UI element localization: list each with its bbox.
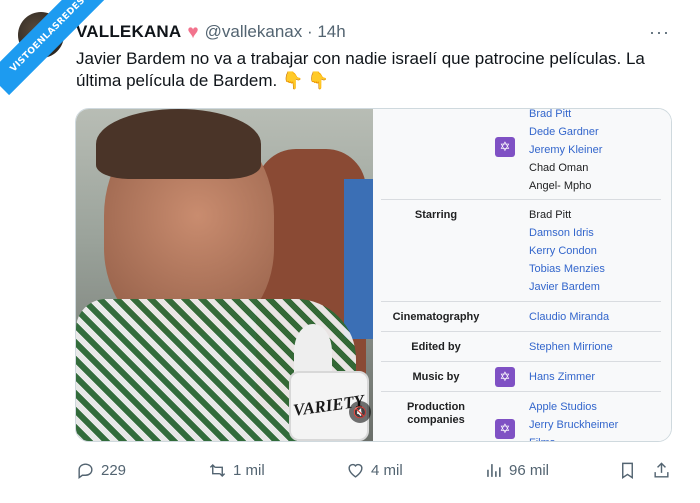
producer-item: Angel- Mpho [529,180,592,192]
producer-item[interactable]: Jeremy Kleiner [529,141,661,159]
production-item[interactable]: Apple Studios [529,398,661,416]
producers-row: ✡ Brad Pitt Dede Gardner Jeremy Kleiner … [381,109,661,194]
star-of-david-icon: ✡ [495,419,515,439]
edited-label: Edited by [411,341,461,353]
reply-button[interactable]: 229 [76,461,126,480]
production-label-line2: companies [407,414,465,426]
wikipedia-infobox: ✡ Brad Pitt Dede Gardner Jeremy Kleiner … [373,109,671,441]
tweet-text-line-1: Javier Bardem no va a trabajar con nadie… [76,49,645,68]
production-star-cell: ✡ [491,392,529,441]
music-star-cell: ✡ [491,362,529,391]
tweet-actions: 229 1 mil 4 mil 96 mil [76,458,676,482]
producer-item[interactable]: Dede Gardner [529,123,661,141]
production-label: Production companies [381,392,491,441]
share-button[interactable] [652,461,671,480]
starring-row: Starring Brad Pitt Damson Idris Kerry Co… [381,199,661,301]
production-label-line1: Production [406,401,466,413]
reply-icon [78,462,93,479]
producer-item: Chad Oman [529,162,589,174]
star-of-david-icon: ✡ [495,367,515,387]
cinematography-row: Cinematography Claudio Miranda [381,301,661,331]
tweet-media[interactable]: VARIETY 🔇 ✡ Brad Pitt Dede Gardner Jerem… [75,108,672,442]
reply-count: 229 [101,461,127,479]
producers-star-cell: ✡ [491,109,529,194]
bookmark-button[interactable] [618,461,637,480]
pointing-down-emoji-icon: 👇 👇 [282,71,330,90]
edited-row: Edited by Stephen Mirrione [381,331,661,361]
music-value[interactable]: Hans Zimmer [529,368,661,386]
starring-label: Starring [414,209,458,221]
star-item[interactable]: Damson Idris [529,224,661,242]
hair [96,109,261,179]
retweet-icon [209,463,226,477]
star-item: Brad Pitt [529,209,572,221]
edited-star-cell [491,332,529,361]
tweet-header: VALLEKANA ♥ @vallekanax · 14h [76,22,346,42]
mute-icon[interactable]: 🔇 [349,401,371,423]
views-chart-icon [487,463,501,477]
tweet-text-line-2-words: última película de Bardem. [76,71,282,90]
starring-list: Brad Pitt Damson Idris Kerry Condon Tobi… [529,200,661,301]
cinematography-value[interactable]: Claudio Miranda [529,308,661,326]
music-label: Music by [412,371,460,383]
retweet-count: 1 mil [233,461,265,479]
like-button[interactable]: 4 mil [346,461,403,480]
music-row: Music by ✡ Hans Zimmer [381,361,661,391]
retweet-button[interactable]: 1 mil [208,461,265,480]
cinematography-value-cell: Claudio Miranda [529,302,661,331]
interview-photo[interactable]: VARIETY 🔇 [76,109,373,441]
cinematography-star-cell [491,302,529,331]
author-name[interactable]: VALLEKANA [76,22,181,42]
production-row: Production companies ✡ Apple Studios Jer… [381,391,661,441]
production-list: Apple Studios Jerry Bruckheimer Films [529,392,661,441]
author-handle-time[interactable]: @vallekanax · 14h [205,22,346,42]
heart-icon [348,463,363,478]
producer-item[interactable]: Brad Pitt [529,109,661,123]
cinematography-label: Cinematography [392,311,480,323]
star-of-david-icon: ✡ [495,137,515,157]
more-dots-icon[interactable]: ··· [649,22,670,43]
views-button[interactable]: 96 mil [484,461,549,480]
tweet-text: Javier Bardem no va a trabajar con nadie… [76,48,676,92]
heart-emoji-icon: ♥ [187,21,199,43]
background-person-blue [344,179,373,339]
starring-star-cell [491,200,529,301]
production-item[interactable]: Films [529,434,661,441]
star-item[interactable]: Tobias Menzies [529,260,661,278]
producers-label [381,109,491,194]
edited-value-cell: Stephen Mirrione [529,332,661,361]
bookmark-icon [622,462,633,479]
share-icon [654,461,669,478]
producers-list: Brad Pitt Dede Gardner Jeremy Kleiner Ch… [529,109,661,194]
star-item[interactable]: Kerry Condon [529,242,661,260]
star-item[interactable]: Javier Bardem [529,278,661,296]
tweet-text-line-2: última película de Bardem. 👇 👇 [76,70,676,92]
production-item[interactable]: Jerry Bruckheimer [529,416,661,434]
views-count: 96 mil [509,461,550,479]
like-count: 4 mil [371,461,403,479]
edited-value[interactable]: Stephen Mirrione [529,338,661,356]
music-value-cell: Hans Zimmer [529,362,661,391]
